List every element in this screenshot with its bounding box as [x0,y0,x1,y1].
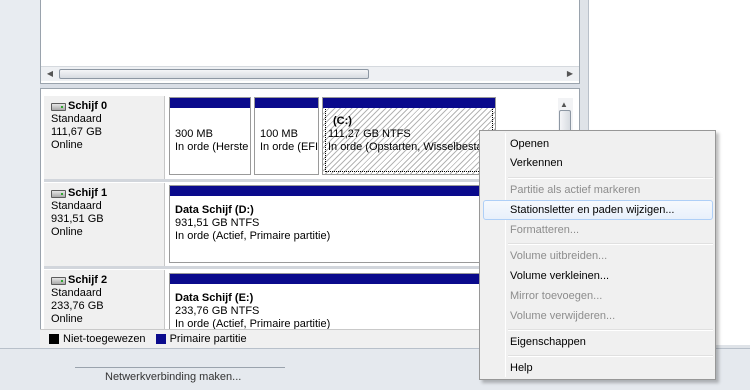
row-separator [44,266,496,269]
partition-size: 111,27 GB NTFS [328,128,411,140]
disk-size: 233,76 GB [51,300,104,312]
primary-partition-bar [170,98,250,108]
disk-type: Standaard [51,287,102,299]
disk-1-label[interactable]: Schijf 1 Standaard 931,51 GB Online [44,183,165,267]
menu-separator [508,243,713,245]
legend-unallocated: Niet-toegewezen [49,333,146,345]
partition-efi[interactable]: 100 MB In orde (EFI- [254,97,319,175]
partition-size: 233,76 GB NTFS [175,305,260,317]
partition-title: (C:) [333,115,352,127]
legend-primary: Primaire partitie [155,333,247,345]
disk-type: Standaard [51,200,102,212]
network-connection-link[interactable]: Netwerkverbinding maken... [105,371,241,383]
partition-title: Data Schijf (E:) [175,292,254,304]
disk-1-name-row: Schijf 1 [51,187,164,200]
disk-name: Schijf 2 [68,274,108,286]
menu-item-change-drive-letter[interactable]: Stationsletter en paden wijzigen... [483,200,713,220]
menu-item-add-mirror[interactable]: Mirror toevoegen... [483,286,713,306]
horizontal-scrollbar[interactable]: ◀ ▶ [41,66,579,81]
menu-item-help[interactable]: Help [483,358,713,378]
menu-item-delete-volume[interactable]: Volume verwijderen... [483,306,713,326]
disk-status: Online [51,139,83,151]
menu-separator [508,329,713,331]
menu-item-mark-active[interactable]: Partitie als actief markeren [483,180,713,200]
hard-disk-icon [51,276,66,285]
primary-partition-bar [255,98,318,108]
disk-0-name-row: Schijf 0 [51,100,164,113]
menu-item-openen[interactable]: Openen [483,134,713,154]
horizontal-scroll-thumb[interactable] [59,69,369,79]
menu-item-properties[interactable]: Eigenschappen [483,332,713,352]
disk-type: Standaard [51,113,102,125]
partition-status: In orde (Herste [175,141,249,153]
legend-label: Niet-toegewezen [63,333,146,345]
partition-size: 300 MB [175,128,213,140]
context-menu: Openen Verkennen Partitie als actief mar… [479,130,716,380]
partition-size: 100 MB [260,128,298,140]
disk-size: 111,67 GB [51,126,102,138]
menu-separator [508,177,713,179]
disk-2-name-row: Schijf 2 [51,274,164,287]
partition-c[interactable]: (C:) 111,27 GB NTFS In orde (Opstarten, … [322,97,496,175]
menu-item-format[interactable]: Formatteren... [483,220,713,240]
row-separator [44,179,496,182]
menu-item-shrink-volume[interactable]: Volume verkleinen... [483,266,713,286]
scroll-up-arrow-icon[interactable]: ▲ [560,100,568,109]
disk-status: Online [51,226,83,238]
menu-item-verkennen[interactable]: Verkennen [483,153,713,173]
menu-item-extend-volume[interactable]: Volume uitbreiden... [483,246,713,266]
partition-e[interactable]: Data Schijf (E:) 233,76 GB NTFS In orde … [169,273,480,333]
disk-size: 931,51 GB [51,213,104,225]
scroll-left-arrow-icon[interactable]: ◀ [43,68,57,80]
partition-status: In orde (EFI- [260,141,319,153]
primary-partition-bar [323,98,495,108]
partition-title: Data Schijf (D:) [175,204,254,216]
primary-partition-bar [170,274,479,284]
disk-name: Schijf 1 [68,187,108,199]
disk-0-label[interactable]: Schijf 0 Standaard 111,67 GB Online [44,96,165,180]
partition-status: In orde (Opstarten, Wisselbestan [328,141,489,153]
vertical-scroll-thumb[interactable] [559,110,571,132]
partition-d[interactable]: Data Schijf (D:) 931,51 GB NTFS In orde … [169,185,480,263]
primary-swatch [155,334,166,344]
primary-partition-bar [170,186,479,196]
hard-disk-icon [51,189,66,198]
unallocated-swatch [49,334,59,344]
disk-name: Schijf 0 [68,100,108,112]
legend-label: Primaire partitie [169,333,247,345]
hard-disk-icon [51,102,66,111]
menu-separator [508,355,713,357]
scroll-right-arrow-icon[interactable]: ▶ [563,68,577,80]
disk-2-label[interactable]: Schijf 2 Standaard 233,76 GB Online [44,270,165,329]
left-strip [0,0,40,348]
partition-status: In orde (Actief, Primaire partitie) [175,230,331,242]
partition-size: 931,51 GB NTFS [175,217,260,229]
disk-status: Online [51,313,83,325]
partition-recovery[interactable]: 300 MB In orde (Herste [169,97,251,175]
background-divider [75,367,285,368]
